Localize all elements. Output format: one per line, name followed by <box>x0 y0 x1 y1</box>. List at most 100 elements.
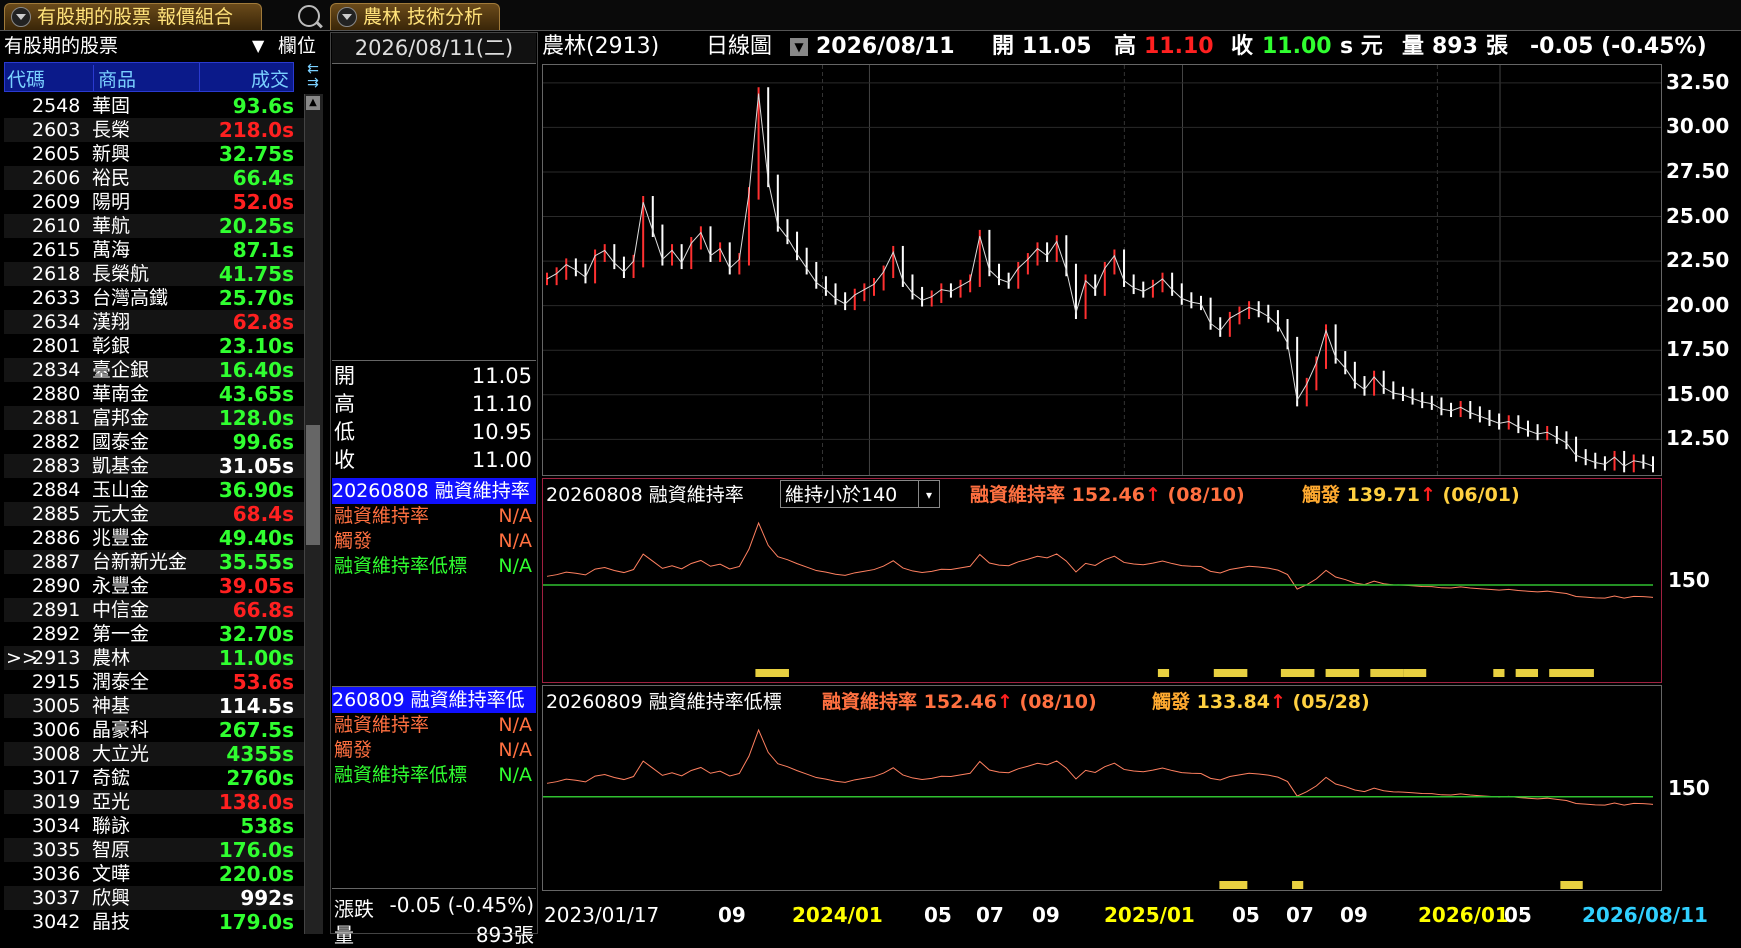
stock-code: 2887 <box>32 551 81 573</box>
ind2-chart[interactable] <box>542 685 1662 891</box>
trigger-marker <box>1292 881 1304 889</box>
list-item[interactable]: 2880 華南金 43.65s <box>4 382 304 406</box>
list-item[interactable]: 2890 永豐金 39.05s <box>4 574 304 598</box>
stock-price: 93.6s <box>232 94 294 118</box>
stock-name: 陽明 <box>92 191 131 213</box>
scroll-arrows-icon[interactable]: ⇇ ⇉ <box>302 62 324 92</box>
trigger-label: 觸發 <box>1152 691 1191 713</box>
margin-ratio-line <box>546 728 1654 806</box>
stock-code: 3037 <box>32 887 81 909</box>
ohlc-row: 開 11.05 <box>334 362 534 390</box>
list-item[interactable]: 3037 欣興 992s <box>4 886 304 910</box>
list-item[interactable]: 2886 兆豐金 49.40s <box>4 526 304 550</box>
stock-name: 永豐金 <box>92 575 150 597</box>
ind1-title: 20260808 融資維持率 <box>332 478 536 504</box>
stock-code: 2880 <box>32 383 81 405</box>
stock-name: 聯詠 <box>92 815 131 837</box>
list-item[interactable]: 2634 漢翔 62.8s <box>4 310 304 334</box>
list-item[interactable]: 3019 亞光 138.0s <box>4 790 304 814</box>
stock-code: 3035 <box>32 839 81 861</box>
x-tick-label: 05 <box>1232 903 1260 927</box>
period-label[interactable]: 日線圖 <box>706 32 772 62</box>
list-item[interactable]: 2606 裕民 66.4s <box>4 166 304 190</box>
list-item[interactable]: 2884 玉山金 36.90s <box>4 478 304 502</box>
list-item[interactable]: 2609 陽明 52.0s <box>4 190 304 214</box>
column-name[interactable]: 商品 <box>93 65 136 92</box>
list-item[interactable]: 2915 潤泰全 53.6s <box>4 670 304 694</box>
list-item[interactable]: 2834 臺企銀 16.40s <box>4 358 304 382</box>
list-item[interactable]: 3034 聯詠 538s <box>4 814 304 838</box>
period-dropdown-icon[interactable]: ▼ <box>790 38 808 56</box>
list-item[interactable]: 2610 華航 20.25s <box>4 214 304 238</box>
group-selector[interactable]: 有股期的股票 ▼ 欄位 <box>4 32 324 60</box>
x-tick-label: 2026/01 <box>1418 903 1509 927</box>
x-axis: 2023/01/17 09 2024/01 05 07 09 2025/01 05 07 09 20… <box>542 891 1741 934</box>
chevron-down-icon[interactable]: ▾ <box>918 481 939 507</box>
stock-code: 2890 <box>32 575 81 597</box>
list-item[interactable]: 2891 中信金 66.8s <box>4 598 304 622</box>
stock-price: 62.8s <box>232 310 294 334</box>
list-item[interactable]: 2801 彰銀 23.10s <box>4 334 304 358</box>
chevron-down-icon[interactable]: ▼ <box>252 32 264 60</box>
stock-code: 3017 <box>32 767 81 789</box>
trigger-marker <box>1219 881 1248 889</box>
stock-name: 文曄 <box>92 863 131 885</box>
trigger-marker <box>1515 669 1539 677</box>
list-item[interactable]: 3017 奇鋐 2760s <box>4 766 304 790</box>
trigger-marker <box>1560 881 1583 889</box>
stock-price: 218.0s <box>218 118 294 142</box>
list-item[interactable]: 3006 晶豪科 267.5s <box>4 718 304 742</box>
list-item[interactable]: 2885 元大金 68.4s <box>4 502 304 526</box>
list-item[interactable]: 2881 富邦金 128.0s <box>4 406 304 430</box>
list-item[interactable]: 2603 長榮 218.0s <box>4 118 304 142</box>
margin-label: 融資維持率 <box>822 691 918 713</box>
list-item[interactable]: 2882 國泰金 99.6s <box>4 430 304 454</box>
arrow-up-icon: ↑ <box>1269 691 1286 713</box>
stock-code: 3036 <box>32 863 81 885</box>
tab-dropdown-icon[interactable] <box>11 7 31 27</box>
stock-name: 欣興 <box>92 887 131 909</box>
ind2-axis-label: 150 <box>1668 776 1710 800</box>
list-item[interactable]: 3042 晶技 179.0s <box>4 910 304 934</box>
list-item[interactable]: >> 2913 農林 11.00s <box>4 646 304 670</box>
list-item[interactable]: 3035 智原 176.0s <box>4 838 304 862</box>
price-chart[interactable] <box>542 64 1662 476</box>
column-code[interactable]: 代碼 <box>7 65 45 92</box>
stock-price: 32.75s <box>218 142 294 166</box>
stock-name: 中信金 <box>92 599 150 621</box>
scrollbar-thumb[interactable] <box>306 425 320 545</box>
tab-dropdown-icon[interactable] <box>337 7 357 27</box>
ohlc-value: 11.05 <box>471 364 532 388</box>
list-item[interactable]: 2618 長榮航 41.75s <box>4 262 304 286</box>
threshold-select[interactable]: 維持小於140 ▾ <box>780 480 940 508</box>
x-tick-label: 2026/08/11 <box>1582 903 1708 927</box>
stock-name: 神基 <box>92 695 131 717</box>
list-item[interactable]: 2548 華固 93.6s <box>4 94 304 118</box>
trigger-value: 133.84 <box>1196 691 1270 713</box>
ind1-chart[interactable] <box>542 478 1662 683</box>
list-item[interactable]: 2633 台灣高鐵 25.70s <box>4 286 304 310</box>
list-item[interactable]: 3008 大立光 4355s <box>4 742 304 766</box>
price-tick-label: 15.00 <box>1666 381 1730 406</box>
list-item[interactable]: 2892 第一金 32.70s <box>4 622 304 646</box>
stock-price: 53.6s <box>232 670 294 694</box>
trigger-marker <box>1370 669 1404 677</box>
indicator-label: 融資維持率 <box>334 505 430 527</box>
x-tick-label: 07 <box>976 903 1004 927</box>
list-item[interactable]: 2883 凱基金 31.05s <box>4 454 304 478</box>
list-item[interactable]: 3005 神基 114.5s <box>4 694 304 718</box>
list-item[interactable]: 2615 萬海 87.1s <box>4 238 304 262</box>
list-item[interactable]: 3036 文曄 220.0s <box>4 862 304 886</box>
column-price[interactable]: 成交 <box>251 65 289 92</box>
list-item[interactable]: 2605 新興 32.75s <box>4 142 304 166</box>
zoom-icon[interactable] <box>298 5 320 27</box>
tab-technical-analysis[interactable]: 農林 技術分析 <box>330 3 500 30</box>
ohlc-row: 低 10.95 <box>334 418 534 446</box>
scroll-up-icon[interactable]: ▲ <box>306 96 320 110</box>
list-item[interactable]: 2887 台新新光金 35.55s <box>4 550 304 574</box>
stock-price: 41.75s <box>218 262 294 286</box>
tab-quote-portfolio[interactable]: 有股期的股票 報價組合 <box>4 3 262 30</box>
trigger-date: (05/28) <box>1292 691 1370 713</box>
columns-button[interactable]: 欄位 <box>278 32 316 60</box>
indicator-label: 融資維持率低標 <box>334 764 468 786</box>
